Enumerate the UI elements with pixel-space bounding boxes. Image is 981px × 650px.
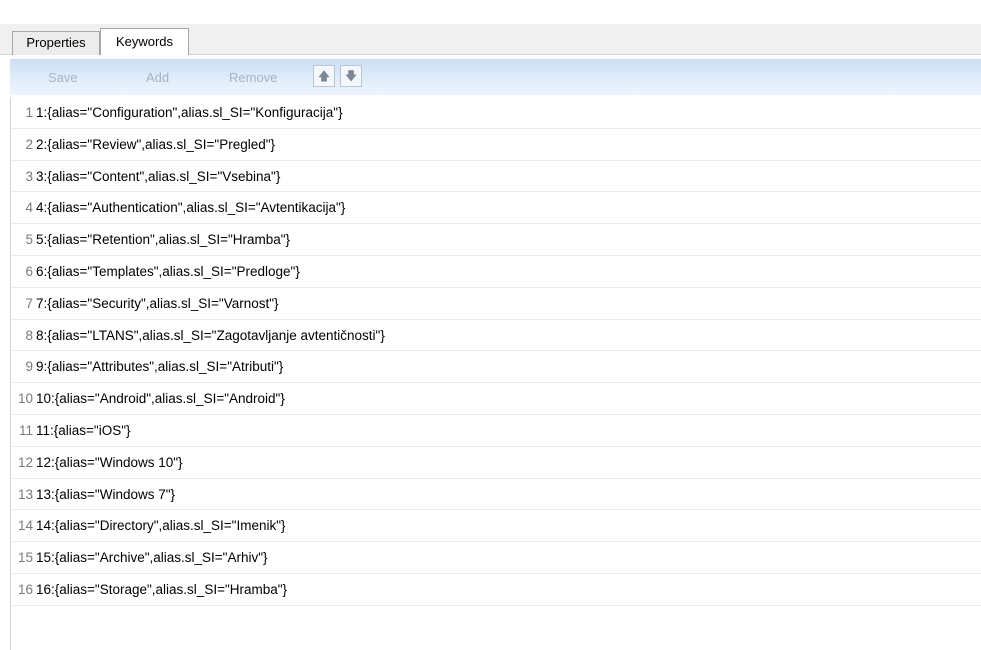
keyword-value[interactable]: 2:{alias="Review",alias.sl_SI="Pregled"} xyxy=(36,129,275,161)
keyword-value[interactable]: 15:{alias="Archive",alias.sl_SI="Arhiv"} xyxy=(36,542,268,574)
keyword-value[interactable]: 11:{alias="iOS"} xyxy=(36,415,131,447)
add-button[interactable]: Add xyxy=(146,68,169,88)
window-top-strip xyxy=(0,0,981,24)
keyword-value[interactable]: 10:{alias="Android",alias.sl_SI="Android… xyxy=(36,383,285,415)
arrow-down-icon: 🡇 xyxy=(344,69,358,83)
list-item[interactable]: 16 16:{alias="Storage",alias.sl_SI="Hramb… xyxy=(11,574,981,606)
tab-keywords[interactable]: Keywords xyxy=(100,28,189,55)
list-item[interactable]: 11 11:{alias="iOS"} xyxy=(11,415,981,447)
list-item[interactable]: 2 2:{alias="Review",alias.sl_SI="Pregled"… xyxy=(11,129,981,161)
row-number: 4 xyxy=(25,200,33,216)
tab-bar: Properties Keywords xyxy=(0,24,981,55)
row-number: 6 xyxy=(25,263,33,279)
row-number: 3 xyxy=(25,168,33,184)
keyword-value[interactable]: 14:{alias="Directory",alias.sl_SI="Imeni… xyxy=(36,510,286,542)
tab-properties[interactable]: Properties xyxy=(12,31,100,55)
keyword-value[interactable]: 4:{alias="Authentication",alias.sl_SI="A… xyxy=(36,192,345,224)
keyword-value[interactable]: 6:{alias="Templates",alias.sl_SI="Predlo… xyxy=(36,256,300,288)
keyword-value[interactable]: 12:{alias="Windows 10"} xyxy=(36,447,183,479)
list-item[interactable]: 14 14:{alias="Directory",alias.sl_SI="Ime… xyxy=(11,510,981,543)
row-number: 16 xyxy=(17,581,33,597)
keyword-value[interactable]: 5:{alias="Retention",alias.sl_SI="Hramba… xyxy=(36,224,290,256)
arrow-up-icon: 🡅 xyxy=(317,69,331,83)
list-item[interactable]: 12 12:{alias="Windows 10"} xyxy=(11,447,981,479)
keyword-value[interactable]: 1:{alias="Configuration",alias.sl_SI="Ko… xyxy=(36,97,343,129)
row-number: 11 xyxy=(18,422,33,438)
row-number: 8 xyxy=(25,327,33,343)
row-number: 12 xyxy=(17,454,33,470)
row-number: 14 xyxy=(17,518,33,534)
keyword-value[interactable]: 13:{alias="Windows 7"} xyxy=(36,479,175,511)
keyword-value[interactable]: 7:{alias="Security",alias.sl_SI="Varnost… xyxy=(36,288,279,320)
list-item[interactable]: 13 13:{alias="Windows 7"} xyxy=(11,479,981,511)
save-button[interactable]: Save xyxy=(48,68,78,88)
row-number: 15 xyxy=(17,550,33,566)
list-item[interactable]: 6 6:{alias="Templates",alias.sl_SI="Predl… xyxy=(11,256,981,288)
row-number: 10 xyxy=(17,391,33,407)
row-number: 13 xyxy=(17,486,33,502)
list-item[interactable]: 5 5:{alias="Retention",alias.sl_SI="Hramb… xyxy=(11,224,981,256)
list-item[interactable]: 1 1:{alias="Configuration",alias.sl_SI="K… xyxy=(11,97,981,129)
keyword-value[interactable]: 16:{alias="Storage",alias.sl_SI="Hramba"… xyxy=(36,574,287,606)
list-item[interactable]: 4 4:{alias="Authentication",alias.sl_SI="… xyxy=(11,192,981,225)
list-item[interactable]: 10 10:{alias="Android",alias.sl_SI="Andro… xyxy=(11,383,981,415)
move-down-button[interactable]: 🡇 xyxy=(340,65,362,87)
remove-button[interactable]: Remove xyxy=(229,68,277,88)
list-item[interactable]: 15 15:{alias="Archive",alias.sl_SI="Arhiv… xyxy=(11,542,981,574)
row-number: 2 xyxy=(25,136,33,152)
keyword-value[interactable]: 8:{alias="LTANS",alias.sl_SI="Zagotavlja… xyxy=(36,320,385,352)
list-item[interactable]: 3 3:{alias="Content",alias.sl_SI="Vsebina… xyxy=(11,161,981,193)
list-item[interactable]: 9 9:{alias="Attributes",alias.sl_SI="Atri… xyxy=(11,351,981,384)
row-number: 1 xyxy=(25,105,33,120)
row-number: 7 xyxy=(25,295,33,311)
keyword-list: 1 1:{alias="Configuration",alias.sl_SI="K… xyxy=(10,97,981,650)
move-up-button[interactable]: 🡅 xyxy=(313,65,335,87)
keyword-value[interactable]: 3:{alias="Content",alias.sl_SI="Vsebina"… xyxy=(36,161,280,193)
list-item[interactable]: 7 7:{alias="Security",alias.sl_SI="Varnos… xyxy=(11,288,981,320)
keyword-value[interactable]: 9:{alias="Attributes",alias.sl_SI="Atrib… xyxy=(36,351,283,383)
row-number: 5 xyxy=(25,232,33,248)
row-number: 9 xyxy=(25,359,33,375)
list-item[interactable]: 8 8:{alias="LTANS",alias.sl_SI="Zagotavlj… xyxy=(11,320,981,352)
keywords-toolbar: Save Add Remove 🡅 🡇 xyxy=(10,59,981,95)
